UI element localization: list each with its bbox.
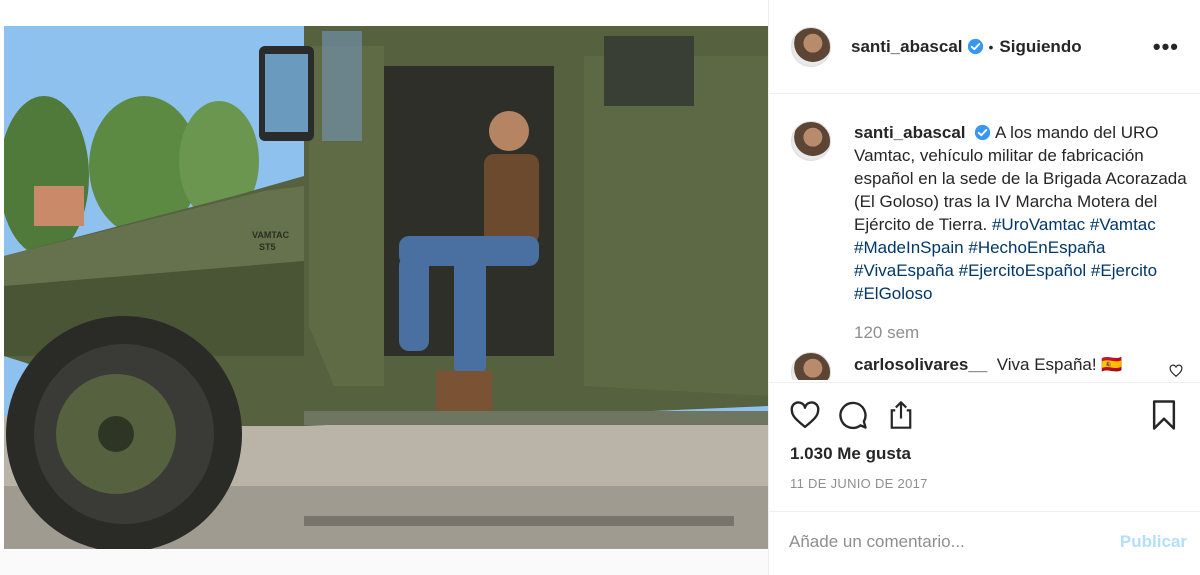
comment-body: Viva España! 🇪🇸 — [996, 355, 1123, 374]
post-date[interactable]: 11 DE JUNIO DE 2017 — [790, 476, 928, 491]
publish-button[interactable]: Publicar — [1120, 532, 1187, 552]
hashtag-link[interactable]: #EjercitoEspañol — [959, 261, 1087, 280]
hashtag-link[interactable]: #MadeInSpain — [854, 238, 964, 257]
follow-button[interactable]: Siguiendo — [999, 37, 1081, 57]
hashtag-link[interactable]: #ElGoloso — [854, 284, 932, 303]
bookmark-icon — [1152, 400, 1176, 430]
comment-item: carlosolivares__ Viva España! 🇪🇸 — [791, 352, 1191, 380]
vehicle-model: ST5 — [259, 242, 276, 252]
comment-icon — [839, 401, 867, 430]
caption-avatar[interactable] — [791, 121, 831, 161]
save-button[interactable] — [1151, 399, 1177, 436]
hashtag-link[interactable]: #HechoEnEspaña — [968, 238, 1105, 257]
author-avatar[interactable] — [791, 26, 831, 67]
verified-icon — [967, 38, 983, 55]
page-background — [0, 550, 768, 575]
separator-dot: • — [988, 38, 994, 55]
hashtag-link[interactable]: #Vamtac — [1090, 215, 1156, 234]
post-caption: santi_abascal A los mando del URO Vamtac… — [791, 121, 1191, 343]
post-actions: 1.030 Me gusta 11 DE JUNIO DE 2017 Publi… — [769, 382, 1200, 574]
action-icons — [789, 399, 917, 431]
comment-like-icon[interactable] — [1169, 364, 1183, 378]
commenter-avatar[interactable] — [791, 352, 831, 380]
comment-button[interactable] — [837, 399, 869, 431]
comment-input[interactable] — [789, 532, 1089, 552]
like-button[interactable] — [789, 399, 821, 431]
comment-username[interactable]: carlosolivares__ — [854, 355, 987, 374]
caption-time[interactable]: 120 sem — [854, 323, 1191, 343]
post-header: santi_abascal • Siguiendo ••• — [769, 0, 1200, 94]
likes-count[interactable]: 1.030 Me gusta — [790, 444, 911, 464]
heart-icon — [790, 401, 820, 429]
caption-text: santi_abascal A los mando del URO Vamtac… — [854, 121, 1191, 305]
more-options-icon[interactable]: ••• — [1153, 34, 1179, 60]
comment-composer: Publicar — [769, 511, 1200, 575]
hashtag-link[interactable]: #VivaEspaña — [854, 261, 954, 280]
share-button[interactable] — [885, 399, 917, 431]
vehicle-badge: VAMTAC — [252, 230, 290, 240]
author-username[interactable]: santi_abascal — [851, 37, 963, 57]
caption-username[interactable]: santi_abascal — [854, 123, 966, 142]
military-vehicle-image: VAMTAC ST5 — [4, 26, 768, 549]
hashtag-link[interactable]: #Ejercito — [1091, 261, 1157, 280]
verified-icon — [975, 124, 991, 141]
share-icon — [890, 401, 912, 429]
post-photo[interactable]: VAMTAC ST5 — [4, 26, 768, 549]
post-sidebar: santi_abascal • Siguiendo ••• santi_abas… — [768, 0, 1200, 575]
hashtag-link[interactable]: #UroVamtac — [992, 215, 1085, 234]
comment-text: carlosolivares__ Viva España! 🇪🇸 — [854, 352, 1191, 378]
